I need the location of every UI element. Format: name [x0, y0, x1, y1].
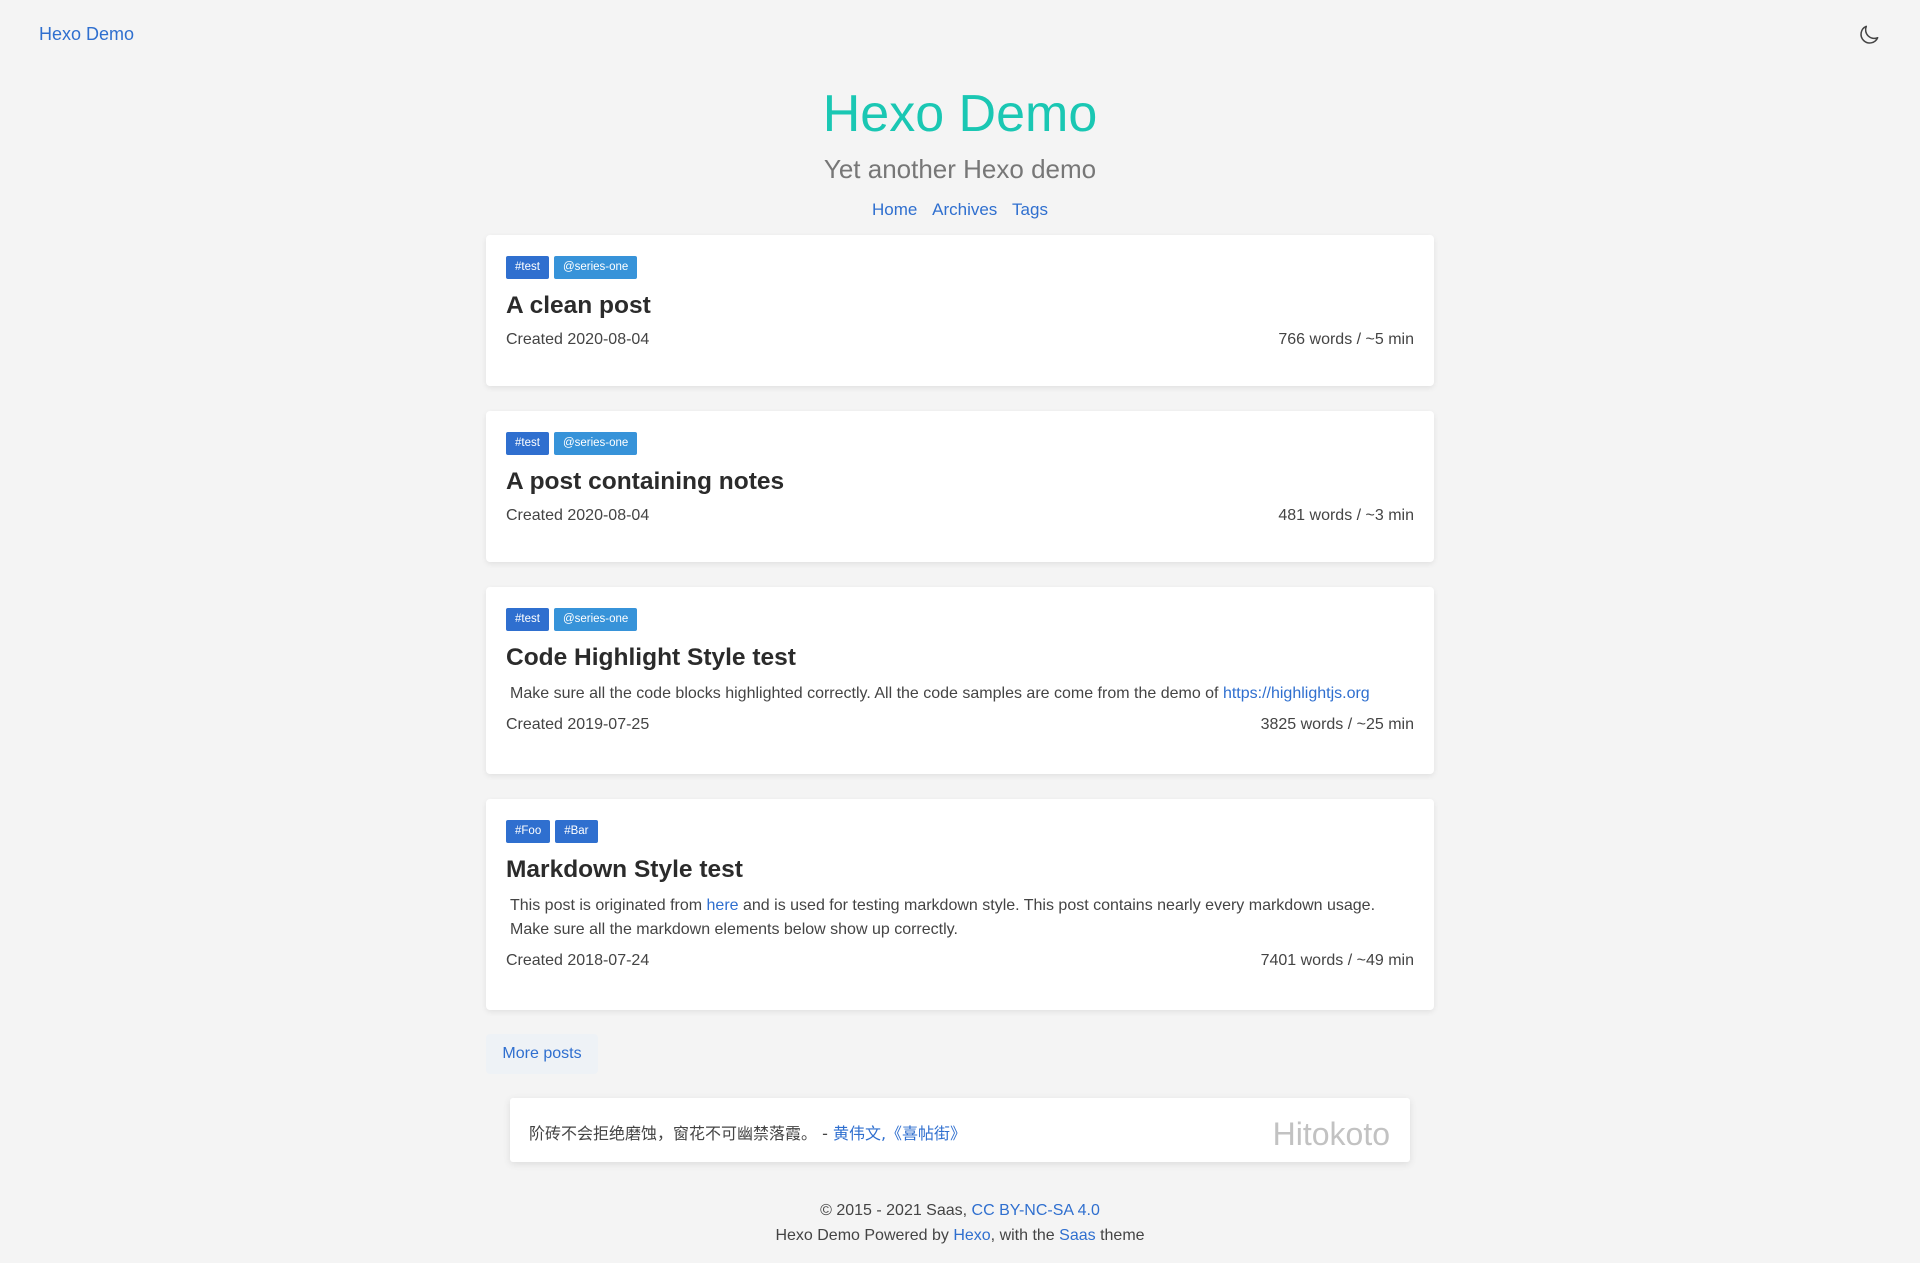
post-stats: 3825 words / ~25 min — [1260, 716, 1414, 733]
nav-archives[interactable]: Archives — [932, 200, 997, 219]
nav-home[interactable]: Home — [872, 200, 917, 219]
post-meta: Created 2018-07-24 7401 words / ~49 min — [506, 952, 1414, 970]
post-title-link[interactable]: A post containing notes — [506, 468, 784, 495]
post-card: #test @series-one A post containing note… — [486, 411, 1434, 562]
footer-copyright: © 2015 - 2021 Saas, CC BY-NC-SA 4.0 — [0, 1199, 1920, 1224]
site-subtitle: Yet another Hexo demo — [823, 154, 1097, 184]
more-posts-button[interactable]: More posts — [486, 1034, 598, 1074]
license-link[interactable]: CC BY-NC-SA 4.0 — [972, 1202, 1100, 1219]
hitokoto-label: Hitokoto — [1272, 1116, 1390, 1152]
post-title-link[interactable]: Markdown Style test — [506, 856, 743, 883]
post-title-link[interactable]: Code Highlight Style test — [506, 644, 796, 671]
site-nav: Home Archives Tags — [0, 200, 1920, 220]
post-tags: #test @series-one — [506, 432, 1414, 455]
moon-icon — [1860, 25, 1879, 44]
post-stats: 766 words / ~5 min — [1278, 331, 1414, 348]
post-tags: #Foo #Bar — [506, 820, 1414, 843]
powered-text: , with the — [990, 1226, 1060, 1244]
series-badge[interactable]: @series-one — [553, 608, 638, 631]
excerpt-text: Make sure all the code blocks highlighte… — [510, 685, 1223, 702]
series-badge[interactable]: @series-one — [553, 256, 638, 279]
post-excerpt: This post is originated from here and is… — [506, 894, 1414, 942]
post-tags: #test @series-one — [506, 256, 1414, 279]
post-tags: #test @series-one — [506, 608, 1414, 631]
post-card: #Foo #Bar Markdown Style test This post … — [486, 799, 1434, 1010]
post-date: Created 2020-08-04 — [506, 507, 650, 524]
saas-link[interactable]: Saas — [1059, 1227, 1095, 1244]
post-card: #test @series-one Code Highlight Style t… — [486, 587, 1434, 774]
site-title: Hexo Demo — [822, 85, 1098, 143]
hitokoto-quote: 阶砖不会拒绝磨蚀，窗花不可幽禁落霞。 - 黄伟文,《喜帖街》 — [529, 1120, 966, 1144]
footer-powered: Hexo Demo Powered by Hexo, with the Saas… — [0, 1224, 1920, 1249]
theme-toggle-button[interactable] — [1856, 22, 1882, 48]
excerpt-link[interactable]: here — [707, 897, 739, 914]
post-card: #test @series-one A clean post Created 2… — [486, 235, 1434, 386]
powered-text: Hexo Demo Powered by — [775, 1226, 954, 1244]
post-date: Created 2019-07-25 — [506, 716, 650, 733]
post-stats: 7401 words / ~49 min — [1260, 952, 1414, 969]
tag-badge[interactable]: #test — [506, 256, 549, 279]
post-meta: Created 2020-08-04 481 words / ~3 min — [506, 507, 1414, 525]
post-date: Created 2020-08-04 — [506, 331, 650, 348]
tag-badge[interactable]: #Foo — [506, 820, 551, 843]
tag-badge[interactable]: #test — [506, 432, 549, 455]
post-title-link[interactable]: A clean post — [506, 292, 651, 319]
footer: © 2015 - 2021 Saas, CC BY-NC-SA 4.0 Hexo… — [0, 1199, 1920, 1248]
brand-link[interactable]: Hexo Demo — [39, 24, 134, 45]
excerpt-link[interactable]: https://highlightjs.org — [1223, 685, 1370, 702]
excerpt-text: This post is originated from — [510, 897, 707, 914]
tag-badge[interactable]: #Bar — [555, 820, 598, 843]
hexo-link[interactable]: Hexo — [953, 1227, 990, 1244]
tag-badge[interactable]: #test — [506, 608, 549, 631]
copyright-text: © 2015 - 2021 Saas, — [820, 1202, 972, 1219]
powered-text: theme — [1095, 1226, 1145, 1244]
nav-tags[interactable]: Tags — [1012, 200, 1048, 219]
post-excerpt: Make sure all the code blocks highlighte… — [506, 682, 1414, 706]
hitokoto-card: 阶砖不会拒绝磨蚀，窗花不可幽禁落霞。 - 黄伟文,《喜帖街》 Hitokoto — [510, 1098, 1410, 1162]
post-meta: Created 2020-08-04 766 words / ~5 min — [506, 331, 1414, 349]
post-stats: 481 words / ~3 min — [1278, 507, 1414, 524]
quote-source-link[interactable]: 黄伟文,《喜帖街》 — [833, 1124, 966, 1143]
series-badge[interactable]: @series-one — [553, 432, 638, 455]
post-meta: Created 2019-07-25 3825 words / ~25 min — [506, 716, 1414, 734]
quote-text: 阶砖不会拒绝磨蚀，窗花不可幽禁落霞。 - — [529, 1124, 833, 1143]
post-date: Created 2018-07-24 — [506, 952, 650, 969]
